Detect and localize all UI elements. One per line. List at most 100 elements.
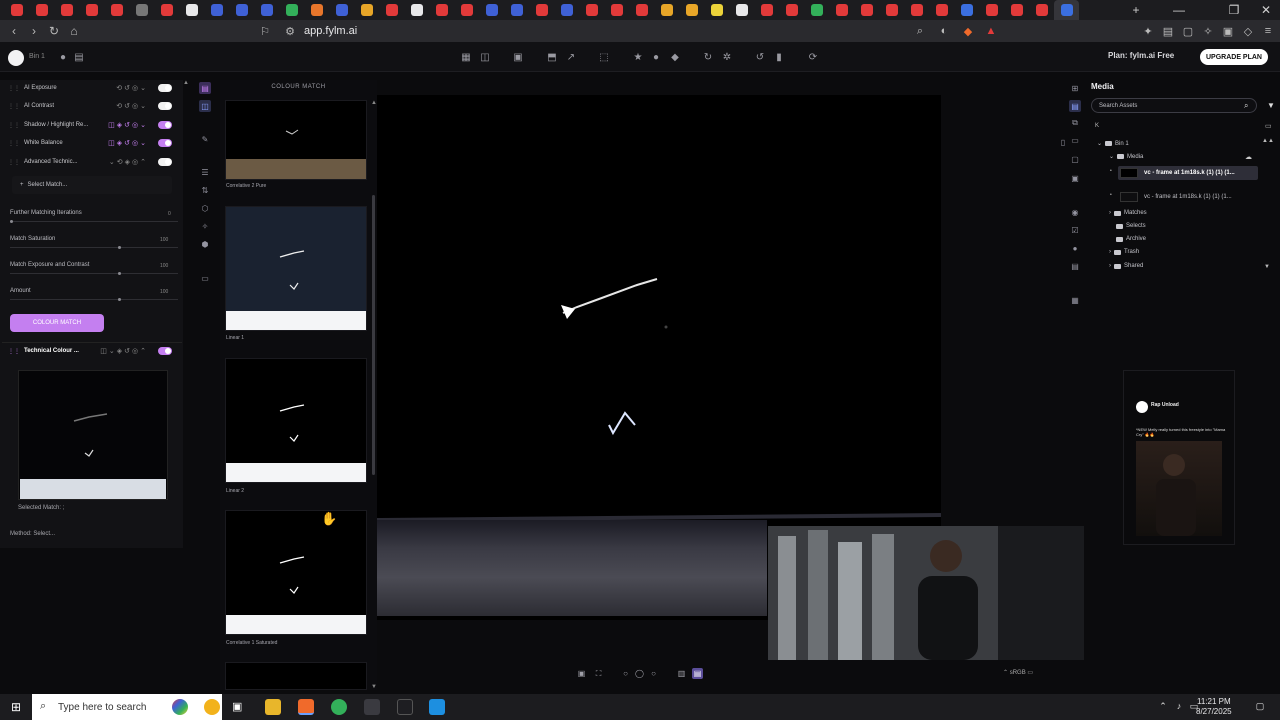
tab-search-icon[interactable]: ▢ bbox=[1180, 23, 1196, 39]
browser-tab[interactable] bbox=[554, 0, 579, 20]
project-name[interactable]: Bin 1 bbox=[29, 53, 45, 60]
browser-tab[interactable] bbox=[929, 0, 954, 20]
grip-icon[interactable]: ⋮⋮ bbox=[8, 122, 20, 129]
slider-iterations[interactable] bbox=[10, 220, 178, 223]
browser-tab[interactable] bbox=[754, 0, 779, 20]
new-tab-button[interactable]: + bbox=[1122, 0, 1150, 20]
browser-tab[interactable] bbox=[979, 0, 1004, 20]
back-icon[interactable]: ‹ bbox=[4, 20, 24, 42]
taskbar-clock[interactable]: 11:21 PM 8/27/2025 bbox=[1196, 697, 1232, 717]
browser-tab[interactable] bbox=[29, 0, 54, 20]
browser-tab[interactable] bbox=[579, 0, 604, 20]
layer-white-balance[interactable]: ⋮⋮ White Balance ◫◈↺◎⌄ bbox=[8, 136, 178, 150]
folder-archive[interactable]: Archive bbox=[1116, 236, 1146, 242]
browser-tab[interactable] bbox=[704, 0, 729, 20]
comment-icon[interactable]: ▢ bbox=[1069, 153, 1081, 165]
slider-knob[interactable] bbox=[118, 246, 121, 249]
layer-advanced-technical[interactable]: ⋮⋮ Advanced Technic... ⌄⟲◈◎⌃ bbox=[8, 155, 178, 169]
gallery-thumb-correlative-1-saturated[interactable] bbox=[225, 510, 367, 635]
wand-icon[interactable]: ✎ bbox=[199, 133, 211, 145]
share-icon[interactable]: ↗ bbox=[564, 50, 578, 64]
menu-icon[interactable]: ≡ bbox=[1260, 23, 1276, 39]
expand-icon[interactable]: ▼ bbox=[1264, 264, 1270, 270]
method-dropdown[interactable]: Method: Select... bbox=[10, 531, 55, 537]
wallet-icon[interactable]: ▣ bbox=[1220, 23, 1236, 39]
browser-tab[interactable] bbox=[279, 0, 304, 20]
cube-icon[interactable]: ⬢ bbox=[199, 238, 211, 250]
import-icon[interactable]: ▦ bbox=[459, 50, 473, 64]
home-icon[interactable]: ⌂ bbox=[64, 20, 84, 42]
drop-icon[interactable]: ⬡ bbox=[199, 202, 211, 214]
folder-shared[interactable]: › Shared bbox=[1109, 263, 1143, 269]
browser-tab[interactable] bbox=[54, 0, 79, 20]
browser-tab[interactable] bbox=[1054, 0, 1079, 20]
browser-tab[interactable] bbox=[854, 0, 879, 20]
layer-controls[interactable]: ⟲↺◎⌄ bbox=[116, 102, 148, 110]
dot-icon[interactable]: ● bbox=[649, 50, 663, 64]
slider-knob[interactable] bbox=[118, 272, 121, 275]
tray-expand-icon[interactable]: ⌃ bbox=[1157, 700, 1169, 712]
curves-icon[interactable]: ⇅ bbox=[199, 184, 211, 196]
grid-icon[interactable]: ⊞ bbox=[1069, 82, 1081, 94]
slider-amount[interactable] bbox=[10, 298, 178, 301]
layer-toggle[interactable] bbox=[158, 347, 172, 355]
doc-icon[interactable]: ▤ bbox=[1069, 260, 1081, 272]
url-field[interactable]: app.fylm.ai bbox=[304, 25, 357, 37]
copy-icon[interactable]: ⧉ bbox=[1069, 117, 1081, 129]
star-icon[interactable]: ★ bbox=[631, 50, 645, 64]
fylm-logo[interactable] bbox=[8, 50, 24, 66]
grip-icon[interactable]: ⋮⋮ bbox=[8, 103, 20, 110]
folder-matches[interactable]: › Matches bbox=[1109, 210, 1147, 216]
capcut-taskbar-icon[interactable] bbox=[397, 699, 413, 715]
obs-taskbar-icon[interactable] bbox=[331, 699, 347, 715]
close-window-button[interactable]: ✕ bbox=[1252, 0, 1280, 20]
media-item-1[interactable]: vc - frame at 1m18s.k (1) (1) (1... bbox=[1118, 166, 1258, 180]
grip-icon[interactable]: ⋮⋮ bbox=[8, 159, 20, 166]
bell-icon[interactable]: ● bbox=[56, 50, 70, 64]
clipboard-icon[interactable]: ▭ bbox=[1069, 134, 1081, 146]
panel-scroll-up-icon[interactable]: ▲ bbox=[183, 80, 189, 88]
layer-ai-exposure[interactable]: ⋮⋮ AI Exposure ⟲↺◎⌄ bbox=[8, 81, 178, 95]
browser-tab[interactable] bbox=[479, 0, 504, 20]
slider-knob[interactable] bbox=[118, 298, 121, 301]
circle-small-icon[interactable]: ○ bbox=[620, 668, 631, 679]
grip-icon[interactable]: ⋮⋮ bbox=[8, 140, 20, 147]
browser-tab[interactable] bbox=[1029, 0, 1054, 20]
windows-start-icon[interactable]: ⊞ bbox=[9, 700, 23, 714]
undo-icon[interactable]: ↺ bbox=[753, 50, 767, 64]
sync-icon[interactable]: ⟳ bbox=[806, 50, 820, 64]
browser-tab[interactable] bbox=[404, 0, 429, 20]
browser-tab[interactable] bbox=[829, 0, 854, 20]
match-preview[interactable] bbox=[18, 370, 168, 500]
layer-toggle[interactable] bbox=[158, 158, 172, 166]
brave-shield-icon[interactable]: ◆ bbox=[960, 23, 976, 39]
slider-knob[interactable] bbox=[10, 220, 13, 223]
select-match-dropdown[interactable]: + Select Match... bbox=[12, 176, 172, 194]
settings-icon[interactable]: ✲ bbox=[720, 50, 734, 64]
task-view-icon[interactable]: ▣ bbox=[232, 700, 242, 713]
browser-tab[interactable] bbox=[254, 0, 279, 20]
layer-controls[interactable]: ◫◈↺◎⌄ bbox=[108, 139, 148, 147]
media-icon[interactable]: ▤ bbox=[1069, 100, 1081, 112]
slider-exposure-contrast[interactable] bbox=[10, 272, 178, 275]
slider-saturation[interactable] bbox=[10, 246, 178, 249]
zoom-icon[interactable]: ⌕ bbox=[912, 23, 928, 39]
sparkle-icon[interactable]: ✧ bbox=[199, 220, 211, 232]
collapse-icon[interactable]: ▲▲ bbox=[1262, 138, 1274, 144]
browser-tab[interactable] bbox=[179, 0, 204, 20]
file-explorer-icon[interactable] bbox=[265, 699, 281, 715]
weather-icon[interactable] bbox=[204, 699, 220, 715]
browser-tab[interactable] bbox=[604, 0, 629, 20]
info-icon[interactable]: ● bbox=[1069, 242, 1081, 254]
layer-shadow-highlight[interactable]: ⋮⋮ Shadow / Highlight Re... ◫◈↺◎⌄ bbox=[8, 118, 178, 132]
snipping-tool-icon[interactable] bbox=[429, 699, 445, 715]
gallery-scroll-down-icon[interactable]: ▼ bbox=[371, 684, 377, 690]
vpn-icon[interactable]: ◇ bbox=[1240, 23, 1256, 39]
film-icon[interactable]: ▦ bbox=[1069, 294, 1081, 306]
gallery-icon[interactable]: ▣ bbox=[511, 50, 525, 64]
taskbar-search-input[interactable]: Type here to search bbox=[32, 694, 222, 720]
gallery-scrollbar[interactable] bbox=[372, 195, 375, 475]
browser-tab[interactable] bbox=[229, 0, 254, 20]
media-folder-node[interactable]: ⌄ Media bbox=[1109, 153, 1143, 161]
filter-icon[interactable]: ▼ bbox=[1267, 101, 1275, 110]
